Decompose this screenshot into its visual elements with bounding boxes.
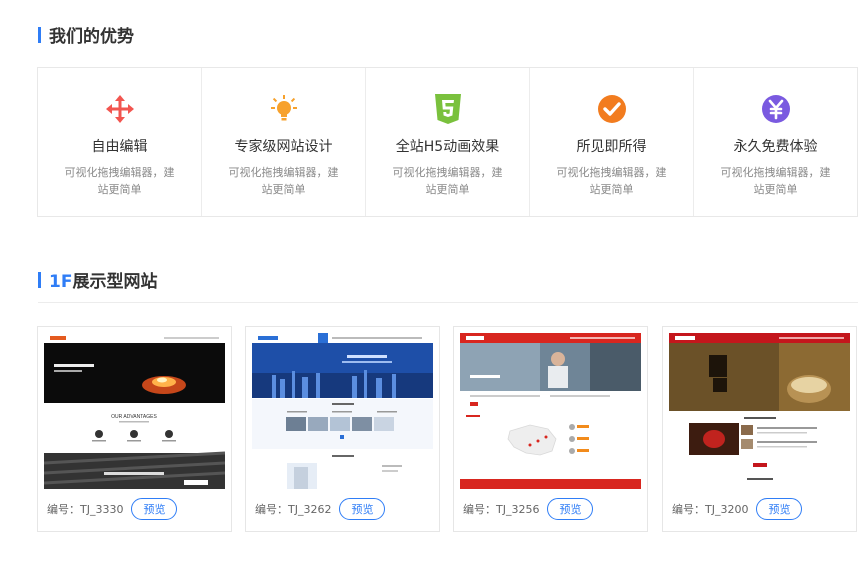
advantage-item-free-edit: 自由编辑 可视化拖拽编辑器，建站更简单 bbox=[38, 68, 202, 216]
template-card-footer: 编号：TJ_3200 预览 bbox=[663, 487, 856, 531]
template-thumbnail[interactable] bbox=[252, 333, 433, 489]
template-card-footer: 编号：TJ_3262 预览 bbox=[246, 487, 439, 531]
yen-circle-icon bbox=[761, 94, 791, 124]
html5-icon bbox=[433, 94, 463, 124]
template-thumbnail[interactable] bbox=[460, 333, 641, 489]
advantage-desc: 可视化拖拽编辑器，建站更简单 bbox=[228, 166, 339, 196]
template-code: 编号：TJ_3262 bbox=[255, 503, 332, 516]
template-code: 编号：TJ_3256 bbox=[463, 503, 540, 516]
section-divider bbox=[38, 302, 858, 303]
template-code: 编号：TJ_3330 bbox=[47, 503, 124, 516]
template-card[interactable]: 编号：TJ_3200 预览 bbox=[662, 326, 857, 532]
advantage-title: 永久免费体验 bbox=[733, 139, 818, 155]
heading-accent-bar bbox=[38, 26, 41, 43]
advantage-item-expert-design: 专家级网站设计 可视化拖拽编辑器，建站更简单 bbox=[202, 68, 366, 216]
template-thumbnail[interactable]: OUR ADVANTAGES bbox=[44, 333, 225, 489]
advantage-item-wysiwyg: 所见即所得 可视化拖拽编辑器，建站更简单 bbox=[530, 68, 694, 216]
preview-button[interactable]: 预览 bbox=[131, 498, 178, 520]
preview-button[interactable]: 预览 bbox=[547, 498, 594, 520]
advantage-title: 全站H5动画效果 bbox=[395, 139, 500, 155]
advantage-item-h5-animation: 全站H5动画效果 可视化拖拽编辑器，建站更简单 bbox=[366, 68, 530, 216]
showcase-heading: 1F展示型网站 bbox=[38, 267, 157, 292]
template-code: 编号：TJ_3200 bbox=[672, 503, 749, 516]
template-card-list: OUR ADVANTAGES 编号：TJ_3330 预览 编号：TJ_3262 … bbox=[37, 326, 857, 532]
advantage-title: 专家级网站设计 bbox=[234, 139, 333, 155]
template-thumbnail[interactable] bbox=[669, 333, 850, 489]
preview-button[interactable]: 预览 bbox=[756, 498, 803, 520]
advantage-item-free-forever: 永久免费体验 可视化拖拽编辑器，建站更简单 bbox=[694, 68, 857, 216]
template-card[interactable]: 编号：TJ_3262 预览 bbox=[245, 326, 440, 532]
template-card-footer: 编号：TJ_3330 预览 bbox=[38, 487, 231, 531]
template-card-footer: 编号：TJ_3256 预览 bbox=[454, 487, 647, 531]
svg-text:OUR ADVANTAGES: OUR ADVANTAGES bbox=[111, 414, 157, 420]
advantage-desc: 可视化拖拽编辑器，建站更简单 bbox=[720, 166, 831, 196]
template-card[interactable]: 编号：TJ_3256 预览 bbox=[453, 326, 648, 532]
advantage-desc: 可视化拖拽编辑器，建站更简单 bbox=[64, 166, 175, 196]
advantage-desc: 可视化拖拽编辑器，建站更简单 bbox=[392, 166, 503, 196]
showcase-title-text: 展示型网站 bbox=[72, 272, 158, 292]
showcase-title: 1F展示型网站 bbox=[49, 267, 157, 292]
preview-button[interactable]: 预览 bbox=[339, 498, 386, 520]
advantage-desc: 可视化拖拽编辑器，建站更简单 bbox=[556, 166, 667, 196]
floor-label: 1F bbox=[49, 272, 73, 292]
lightbulb-icon bbox=[269, 94, 299, 124]
template-card[interactable]: OUR ADVANTAGES 编号：TJ_3330 预览 bbox=[37, 326, 232, 532]
advantages-title: 我们的优势 bbox=[49, 27, 134, 47]
advantages-heading: 我们的优势 bbox=[38, 22, 134, 47]
heading-accent-bar bbox=[38, 271, 41, 288]
advantage-title: 所见即所得 bbox=[576, 139, 647, 155]
advantage-title: 自由编辑 bbox=[91, 139, 148, 155]
move-arrows-icon bbox=[105, 94, 135, 124]
check-circle-icon bbox=[597, 94, 627, 124]
advantages-panel: 自由编辑 可视化拖拽编辑器，建站更简单 专家级网站设计 可视化拖拽编辑器，建站更… bbox=[37, 67, 858, 217]
